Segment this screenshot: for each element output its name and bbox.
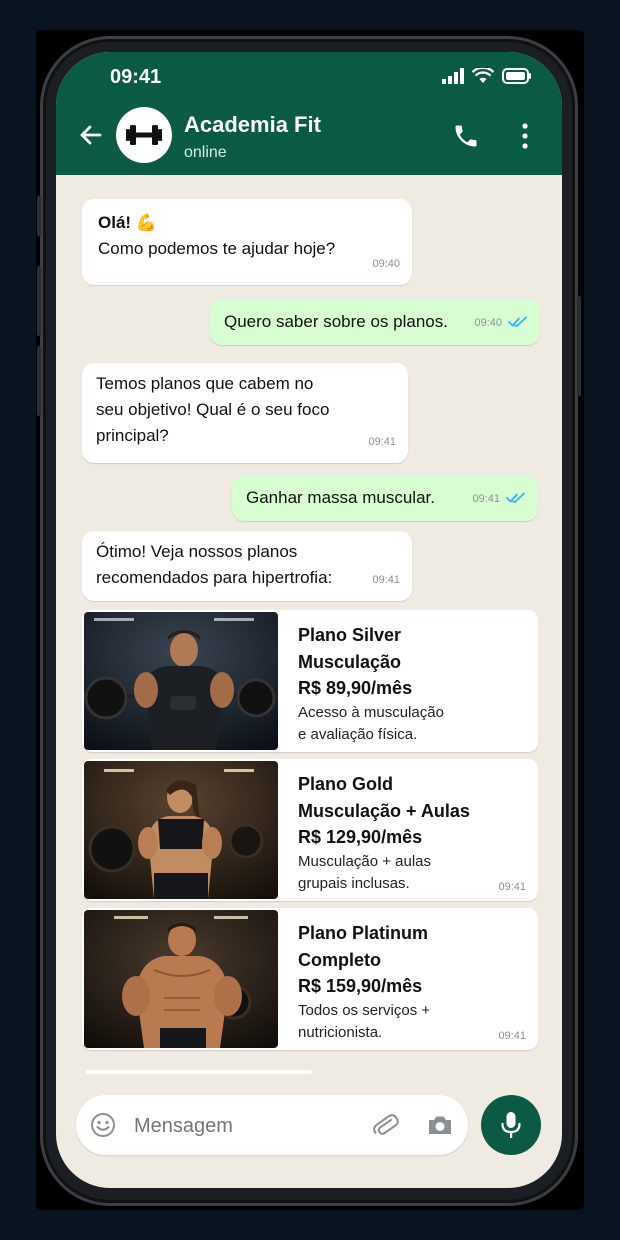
plan-name-line: Musculação + Aulas bbox=[298, 801, 470, 821]
plan-description-line: nutricionista. bbox=[298, 1024, 383, 1041]
more-options-button[interactable] bbox=[520, 122, 530, 155]
message-text: principal? bbox=[96, 426, 169, 445]
plan-description-line: Acesso à musculação bbox=[298, 704, 444, 721]
message-outgoing[interactable]: Ganhar massa muscular. 09:41 bbox=[232, 475, 538, 521]
plan-card-silver[interactable]: Plano Silver Musculação R$ 89,90/mês Ace… bbox=[82, 610, 538, 752]
message-time: 09:41 bbox=[372, 574, 400, 586]
message-time: 09:41 bbox=[368, 436, 396, 448]
avatar[interactable] bbox=[116, 107, 172, 163]
plan-price: R$ 129,90/mês bbox=[298, 827, 423, 847]
scroll-shadow bbox=[86, 1070, 312, 1074]
dumbbell-icon bbox=[124, 123, 164, 152]
message-text: seu objetivo! Qual é o seu foco bbox=[96, 400, 330, 419]
message-input[interactable] bbox=[132, 1109, 356, 1143]
message-incoming[interactable]: Temos planos que cabem no seu objetivo! … bbox=[82, 363, 408, 463]
plan-description-line: Musculação + aulas bbox=[298, 853, 431, 870]
chat-area[interactable]: Olá! 💪 Como podemos te ajudar hoje? 09:4… bbox=[56, 175, 562, 1075]
message-text: Ótimo! Veja nossos planos bbox=[96, 542, 298, 561]
plan-photo bbox=[84, 910, 278, 1048]
message-time: 09:40 bbox=[474, 317, 502, 329]
plan-name: Plano Platinum Completo bbox=[298, 920, 528, 974]
message-outgoing[interactable]: Quero saber sobre os planos. 09:40 bbox=[210, 299, 540, 345]
more-vertical-icon bbox=[520, 123, 530, 154]
plan-description-line: e avaliação física. bbox=[298, 726, 418, 743]
voice-message-button[interactable] bbox=[481, 1095, 541, 1155]
arrow-left-icon bbox=[78, 125, 104, 152]
double-check-icon bbox=[506, 486, 526, 512]
contact-status: online bbox=[184, 144, 227, 161]
plan-name-line: Musculação bbox=[298, 652, 402, 672]
message-time: 09:41 bbox=[472, 493, 500, 505]
call-button[interactable] bbox=[452, 122, 480, 155]
contact-name[interactable]: Academia Fit bbox=[184, 112, 321, 138]
double-check-icon bbox=[508, 310, 528, 336]
plan-name-line: Plano Gold bbox=[298, 774, 394, 794]
message-incoming[interactable]: Ótimo! Veja nossos planos recomendados p… bbox=[82, 531, 412, 601]
paperclip-icon[interactable] bbox=[371, 1111, 399, 1144]
message-text: Temos planos que cabem no bbox=[96, 374, 314, 393]
battery-icon bbox=[502, 68, 532, 89]
message-composer[interactable] bbox=[76, 1095, 468, 1155]
microphone-icon bbox=[499, 1110, 523, 1145]
plan-description: Musculação + aulas grupais inclusas. bbox=[298, 851, 518, 895]
plan-photo bbox=[84, 612, 278, 750]
message-text: Olá! 💪 bbox=[98, 213, 157, 232]
plan-card-gold[interactable]: Plano Gold Musculação + Aulas R$ 129,90/… bbox=[82, 759, 538, 901]
chat-header: 09:41 Academia Fit online bbox=[56, 52, 562, 175]
phone-icon bbox=[452, 125, 480, 154]
plan-photo bbox=[84, 761, 278, 899]
plan-card-platinum[interactable]: Plano Platinum Completo R$ 159,90/mês To… bbox=[82, 908, 538, 1050]
message-time: 09:40 bbox=[372, 258, 400, 270]
plan-description-line: grupais inclusas. bbox=[298, 875, 410, 892]
status-icons bbox=[442, 66, 532, 89]
plan-description-line: Todos os serviços + bbox=[298, 1002, 431, 1019]
wifi-icon bbox=[471, 66, 495, 89]
message-text: Quero saber sobre os planos. bbox=[224, 312, 448, 331]
message-incoming[interactable]: Olá! 💪 Como podemos te ajudar hoje? 09:4… bbox=[82, 199, 412, 285]
plan-description: Todos os serviços + nutricionista. bbox=[298, 1000, 518, 1044]
back-button[interactable] bbox=[78, 122, 104, 153]
plan-price: R$ 89,90/mês bbox=[298, 678, 413, 698]
plan-name-line: Plano Platinum bbox=[298, 923, 429, 943]
plan-name-line: Completo bbox=[298, 950, 381, 970]
message-text: Como podemos te ajudar hoje? bbox=[98, 239, 336, 258]
plan-description: Acesso à musculação e avaliação física. bbox=[298, 702, 518, 746]
plan-name: Plano Silver Musculação bbox=[298, 622, 528, 676]
plan-price: R$ 159,90/mês bbox=[298, 976, 423, 996]
message-text: recomendados para hipertrofia: bbox=[96, 568, 333, 587]
signal-icon bbox=[442, 68, 464, 89]
plan-name-line: Plano Silver bbox=[298, 625, 402, 645]
plan-name: Plano Gold Musculação + Aulas bbox=[298, 771, 528, 825]
emoji-icon[interactable] bbox=[90, 1112, 116, 1143]
message-time: 09:41 bbox=[498, 881, 526, 893]
status-time: 09:41 bbox=[110, 66, 162, 88]
camera-icon[interactable] bbox=[426, 1113, 454, 1142]
message-time: 09:41 bbox=[498, 1030, 526, 1042]
message-text: Ganhar massa muscular. bbox=[246, 488, 435, 507]
phone-screen: 09:41 Academia Fit online Olá! 💪 Como po… bbox=[56, 52, 562, 1188]
